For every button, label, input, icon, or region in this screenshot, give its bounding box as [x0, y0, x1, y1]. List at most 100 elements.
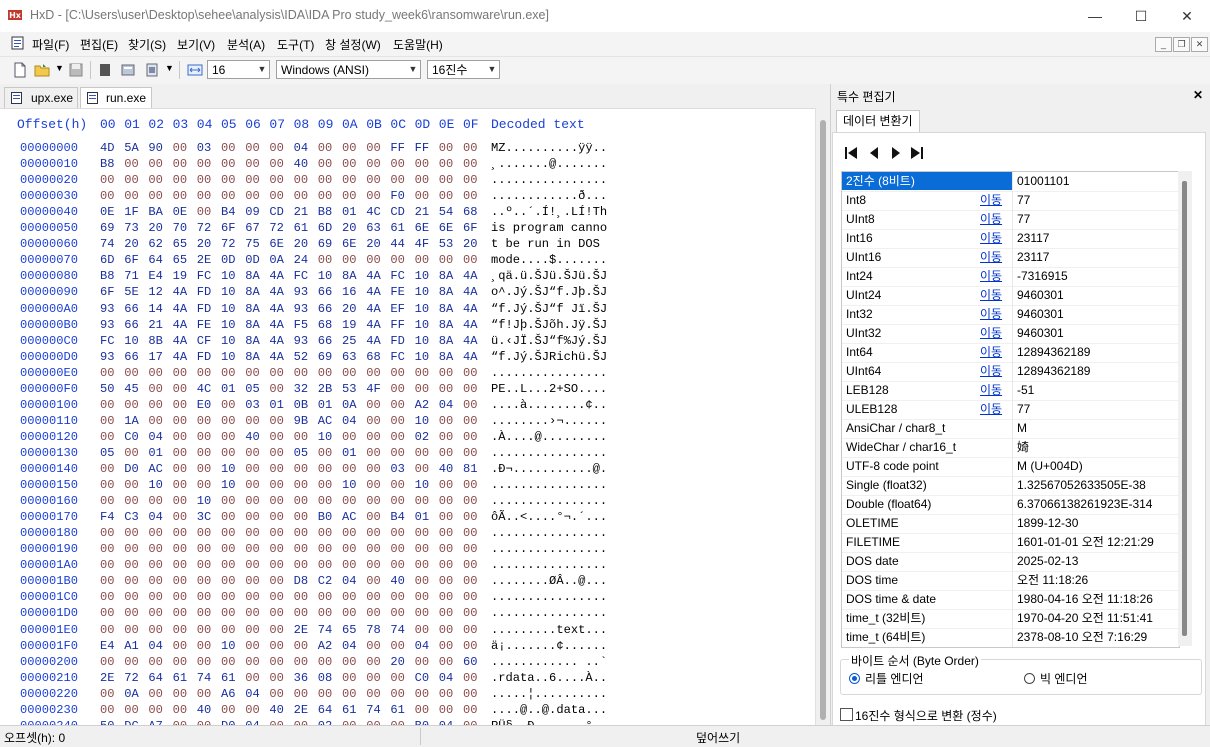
- hex-row[interactable]: 00000170 F4 C3 04 00 3C 00 00 00 00 B0 AC 00 B4 01 00 00…: [0, 509, 815, 525]
- hex-byte[interactable]: 00: [390, 413, 410, 429]
- hex-byte[interactable]: 50: [100, 381, 120, 397]
- hex-byte[interactable]: 00: [173, 397, 193, 413]
- hex-byte[interactable]: 00: [318, 172, 338, 188]
- inspector-row[interactable]: Double (float64) 6.37066138261923E-314: [842, 495, 1179, 515]
- hex-byte[interactable]: 00: [294, 605, 314, 621]
- hex-byte[interactable]: 00: [463, 477, 483, 493]
- hex-byte[interactable]: 00: [439, 605, 459, 621]
- hex-byte[interactable]: 00: [269, 654, 289, 670]
- hex-byte[interactable]: 00: [415, 445, 435, 461]
- hex-byte[interactable]: 0D: [221, 252, 241, 268]
- hex-byte[interactable]: D8: [294, 573, 314, 589]
- hex-byte[interactable]: 00: [269, 365, 289, 381]
- hex-byte[interactable]: 10: [221, 461, 241, 477]
- hex-byte[interactable]: 00: [173, 622, 193, 638]
- hex-byte[interactable]: 00: [269, 541, 289, 557]
- hex-byte[interactable]: 4F: [366, 381, 386, 397]
- hex-byte[interactable]: 69: [100, 220, 120, 236]
- hex-byte[interactable]: 00: [173, 477, 193, 493]
- hex-byte[interactable]: 64: [318, 702, 338, 718]
- maximize-button[interactable]: ☐: [1118, 0, 1164, 32]
- hex-byte[interactable]: 00: [366, 557, 386, 573]
- hex-byte[interactable]: 00: [269, 461, 289, 477]
- hex-byte[interactable]: 01: [221, 381, 241, 397]
- hex-byte[interactable]: 00: [415, 686, 435, 702]
- goto-link[interactable]: 이동: [980, 324, 1002, 342]
- hex-byte[interactable]: 00: [173, 140, 193, 156]
- hex-byte[interactable]: 00: [124, 541, 144, 557]
- save-icon[interactable]: [68, 62, 84, 78]
- hex-byte[interactable]: 4A: [463, 301, 483, 317]
- hex-byte[interactable]: 66: [124, 349, 144, 365]
- hex-byte[interactable]: CF: [197, 333, 217, 349]
- hex-byte[interactable]: 61: [390, 702, 410, 718]
- hex-byte[interactable]: 93: [100, 317, 120, 333]
- hex-byte[interactable]: 40: [390, 573, 410, 589]
- hex-byte[interactable]: 00: [269, 477, 289, 493]
- hex-byte[interactable]: 40: [269, 702, 289, 718]
- hex-byte[interactable]: 66: [124, 317, 144, 333]
- hex-byte[interactable]: 00: [366, 140, 386, 156]
- hex-byte[interactable]: 00: [390, 429, 410, 445]
- decoded-text[interactable]: ................: [491, 172, 607, 188]
- hex-byte[interactable]: 00: [390, 477, 410, 493]
- hex-byte[interactable]: B8: [318, 204, 338, 220]
- inspector-value[interactable]: 6.37066138261923E-314: [1017, 495, 1152, 513]
- hex-byte[interactable]: 00: [366, 589, 386, 605]
- hex-byte[interactable]: 4A: [366, 284, 386, 300]
- menu-window[interactable]: 창 설정(W): [325, 36, 381, 53]
- bytes-per-row-select[interactable]: 16 ▼: [207, 60, 270, 79]
- hex-byte[interactable]: 1F: [124, 204, 144, 220]
- hex-byte[interactable]: 40: [439, 461, 459, 477]
- hex-byte[interactable]: 04: [245, 686, 265, 702]
- inspector-row[interactable]: UTF-8 code point M (U+004D): [842, 457, 1179, 477]
- hex-byte[interactable]: 10: [221, 477, 241, 493]
- hex-byte[interactable]: 00: [366, 573, 386, 589]
- scrollbar-thumb[interactable]: [820, 120, 826, 720]
- menu-analysis[interactable]: 분석(A): [227, 36, 265, 53]
- hex-byte[interactable]: 00: [366, 477, 386, 493]
- hex-byte[interactable]: 00: [100, 525, 120, 541]
- inspector-value[interactable]: 2378-08-10 오전 7:16:29: [1017, 628, 1147, 646]
- hex-byte[interactable]: 00: [100, 413, 120, 429]
- hex-byte[interactable]: 93: [294, 301, 314, 317]
- inspector-value[interactable]: 1.32567052633505E-38: [1017, 476, 1146, 494]
- hex-byte[interactable]: 00: [221, 413, 241, 429]
- hex-byte[interactable]: 00: [439, 589, 459, 605]
- hex-byte[interactable]: 21: [148, 317, 168, 333]
- hex-byte[interactable]: 00: [221, 509, 241, 525]
- hex-byte[interactable]: 6E: [342, 236, 362, 252]
- hex-row[interactable]: 000000B0 93 66 21 4A FE 10 8A 4A F5 68 19 4A FF 10 8A 4A…: [0, 317, 815, 333]
- hex-byte[interactable]: 00: [463, 172, 483, 188]
- hex-byte[interactable]: 10: [415, 284, 435, 300]
- inspector-value[interactable]: 오전 11:18:26: [1017, 571, 1088, 589]
- hex-byte[interactable]: 00: [100, 605, 120, 621]
- hex-byte[interactable]: 8B: [148, 333, 168, 349]
- inspector-row[interactable]: DOS time & date 1980-04-16 오전 11:18:26: [842, 590, 1179, 610]
- hex-byte[interactable]: 00: [173, 654, 193, 670]
- hex-byte[interactable]: AC: [318, 413, 338, 429]
- hex-byte[interactable]: 00: [342, 252, 362, 268]
- decoded-text[interactable]: ..º..´.Í!¸.LÍ!Th: [491, 204, 607, 220]
- inspector-value[interactable]: 23117: [1017, 248, 1049, 266]
- hex-byte[interactable]: 00: [269, 670, 289, 686]
- hex-byte[interactable]: A6: [221, 686, 241, 702]
- hex-byte[interactable]: B8: [100, 268, 120, 284]
- hex-byte[interactable]: 00: [294, 654, 314, 670]
- hex-byte[interactable]: 00: [245, 670, 265, 686]
- hex-row[interactable]: 00000010 B8 00 00 00 00 00 00 00 40 00 00 00 00 00 00 00…: [0, 156, 815, 172]
- hex-byte[interactable]: 63: [342, 349, 362, 365]
- hex-byte[interactable]: 00: [366, 365, 386, 381]
- hex-byte[interactable]: 20: [463, 236, 483, 252]
- hex-byte[interactable]: 00: [439, 140, 459, 156]
- hex-byte[interactable]: 00: [294, 557, 314, 573]
- hex-byte[interactable]: 10: [124, 333, 144, 349]
- decoded-text[interactable]: .À....@.........: [491, 429, 607, 445]
- hex-byte[interactable]: 4A: [173, 284, 193, 300]
- hex-byte[interactable]: 00: [100, 702, 120, 718]
- hex-byte[interactable]: 00: [245, 525, 265, 541]
- hex-byte[interactable]: 72: [197, 220, 217, 236]
- inspector-row[interactable]: time_t (32비트) 1970-04-20 오전 11:51:41: [842, 609, 1179, 629]
- hex-byte[interactable]: 20: [342, 301, 362, 317]
- hex-byte[interactable]: 00: [148, 541, 168, 557]
